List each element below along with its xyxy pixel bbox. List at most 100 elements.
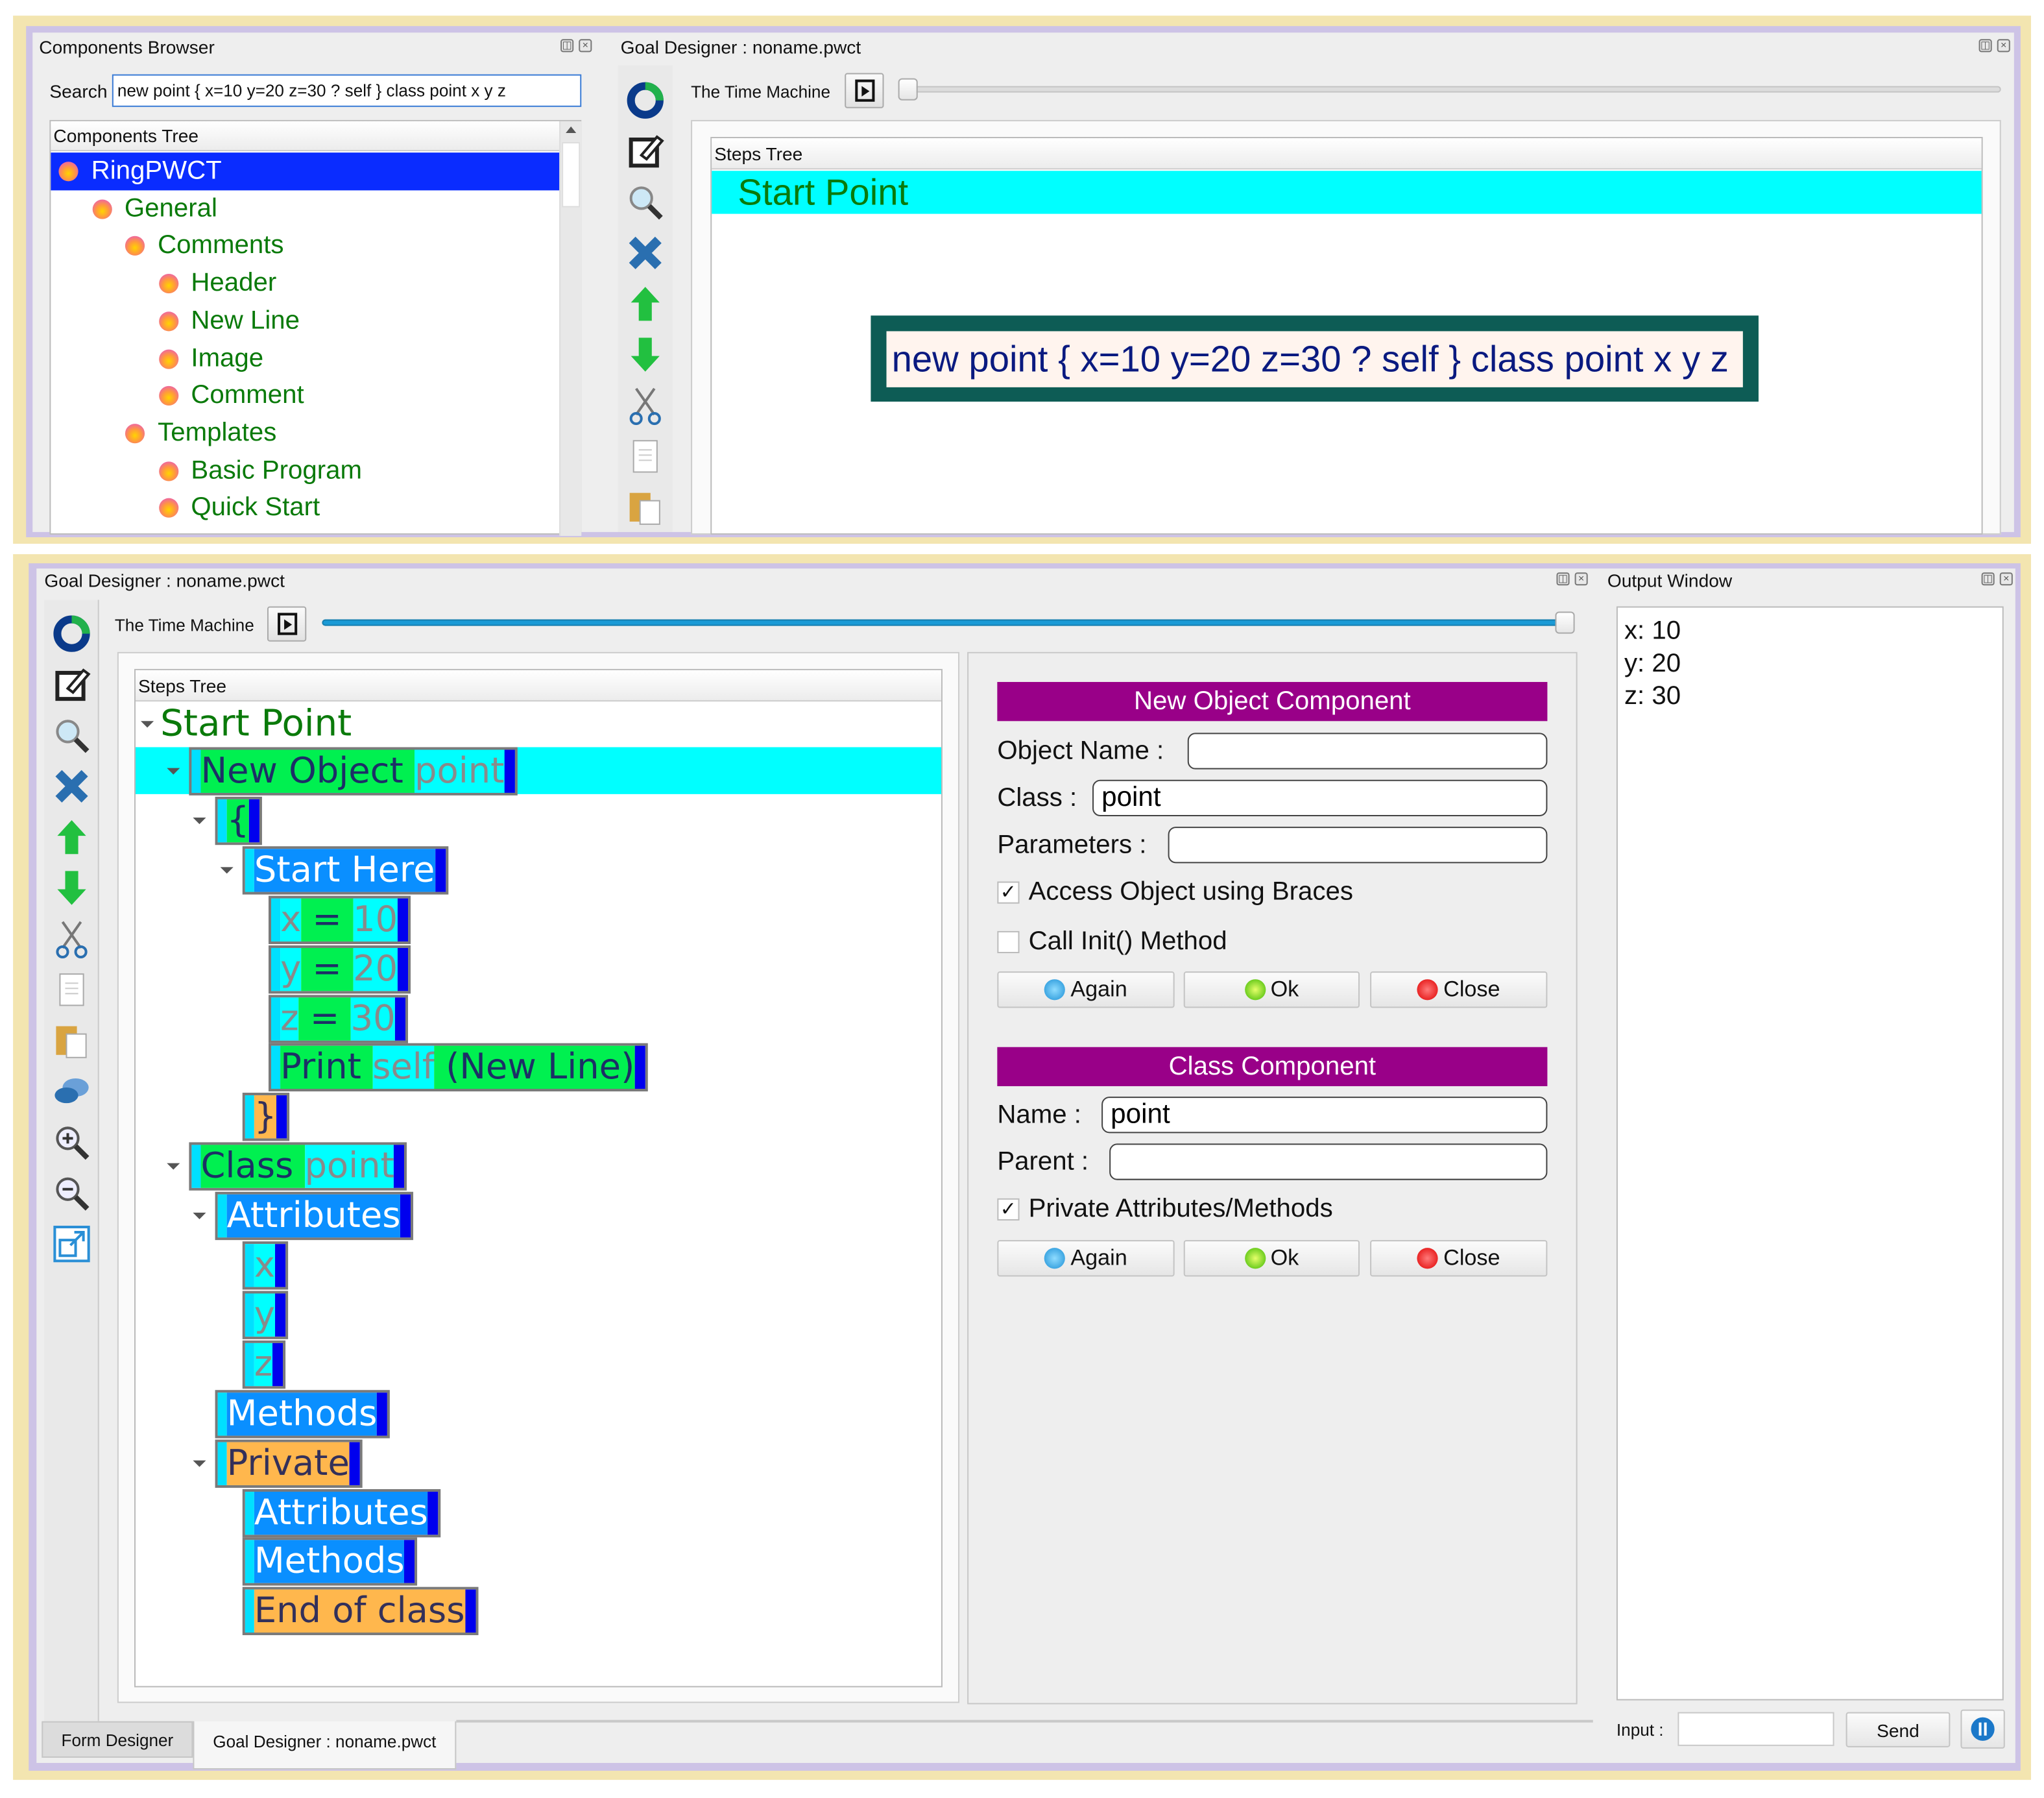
- float-icon[interactable]: ◫: [1978, 39, 1992, 53]
- move-down-icon[interactable]: [626, 335, 665, 374]
- step-node[interactable]: z = 30: [268, 994, 409, 1043]
- step-node[interactable]: Methods: [242, 1538, 418, 1586]
- step-node[interactable]: y = 20: [268, 945, 411, 993]
- step-node[interactable]: Private: [215, 1439, 363, 1488]
- comment-icon[interactable]: [52, 1072, 91, 1111]
- search-icon[interactable]: [52, 716, 91, 755]
- collapse-icon[interactable]: [141, 721, 154, 728]
- again-button[interactable]: Again: [997, 1240, 1175, 1277]
- search-input[interactable]: new point { x=10 y=20 z=30 ? self } clas…: [112, 74, 582, 107]
- scroll-up-icon[interactable]: [566, 126, 577, 133]
- zoom-out-icon[interactable]: [52, 1174, 91, 1213]
- delete-icon[interactable]: [52, 767, 91, 806]
- external-window-icon[interactable]: [52, 1224, 91, 1263]
- step-node[interactable]: Attributes: [242, 1488, 441, 1537]
- delete-icon[interactable]: [626, 234, 665, 273]
- tree-item[interactable]: Header: [51, 265, 559, 302]
- step-node[interactable]: }: [242, 1093, 290, 1141]
- close-icon[interactable]: ×: [1997, 39, 2010, 53]
- time-machine-slider-handle[interactable]: [898, 78, 918, 101]
- step-node[interactable]: Methods: [215, 1389, 391, 1438]
- search-icon[interactable]: [626, 182, 665, 221]
- step-node[interactable]: {: [215, 796, 263, 845]
- float-icon[interactable]: ◫: [1556, 572, 1570, 586]
- scroll-thumb[interactable]: [562, 142, 581, 208]
- step-node[interactable]: Start Here: [242, 845, 448, 895]
- copy-icon[interactable]: [626, 437, 665, 476]
- time-machine-play-button[interactable]: [845, 73, 884, 108]
- time-machine-slider-handle[interactable]: [1555, 611, 1575, 634]
- step-node[interactable]: y: [242, 1291, 289, 1339]
- tree-item[interactable]: Comment: [51, 377, 559, 415]
- scrollbar[interactable]: [559, 121, 582, 536]
- tree-item[interactable]: Templates: [51, 415, 559, 452]
- zoom-in-icon[interactable]: [52, 1123, 91, 1161]
- edit-icon[interactable]: [626, 132, 665, 171]
- step-node[interactable]: x: [242, 1241, 289, 1290]
- tree-item[interactable]: Image: [51, 340, 559, 378]
- collapse-icon[interactable]: [167, 1163, 180, 1170]
- edit-icon[interactable]: [52, 665, 91, 704]
- step-node[interactable]: Attributes: [215, 1191, 414, 1241]
- parameters-input[interactable]: [1168, 827, 1548, 864]
- collapse-icon[interactable]: [167, 768, 180, 775]
- collapse-icon[interactable]: [220, 866, 234, 874]
- tree-item[interactable]: Basic Program: [51, 452, 559, 490]
- close-button[interactable]: Close: [1370, 1240, 1548, 1277]
- node-segment: Methods: [226, 1392, 378, 1435]
- tree-item[interactable]: General: [51, 190, 559, 228]
- ok-button[interactable]: Ok: [1183, 971, 1360, 1008]
- time-machine-slider[interactable]: [899, 86, 2001, 93]
- step-node[interactable]: New Object point: [189, 747, 518, 796]
- cut-icon[interactable]: [52, 919, 91, 959]
- collapse-icon[interactable]: [193, 1459, 206, 1466]
- ok-button[interactable]: Ok: [1183, 1240, 1360, 1277]
- close-icon[interactable]: ×: [1574, 572, 1588, 586]
- tab-goal-designer[interactable]: Goal Designer : noname.pwct: [193, 1721, 457, 1770]
- step-node[interactable]: End of class: [242, 1587, 478, 1636]
- time-machine-slider[interactable]: [322, 619, 1574, 626]
- step-node[interactable]: Class point: [189, 1142, 407, 1191]
- again-button[interactable]: Again: [997, 971, 1175, 1008]
- paste-icon[interactable]: [626, 488, 665, 527]
- tree-item[interactable]: RingPWCT: [51, 152, 560, 191]
- search-result-text[interactable]: new point { x=10 y=20 z=30 ? self } clas…: [886, 331, 1743, 387]
- move-up-icon[interactable]: [52, 818, 91, 856]
- name-input[interactable]: point: [1101, 1097, 1548, 1134]
- cut-icon[interactable]: [626, 386, 665, 426]
- move-up-icon[interactable]: [626, 284, 665, 323]
- output-input[interactable]: [1677, 1712, 1834, 1746]
- parent-input[interactable]: [1109, 1143, 1548, 1180]
- output-text-area[interactable]: x: 10 y: 20 z: 30: [1616, 606, 2004, 1701]
- step-node[interactable]: x = 10: [268, 895, 411, 944]
- close-button[interactable]: Close: [1370, 971, 1548, 1008]
- float-icon[interactable]: ◫: [1981, 572, 1995, 586]
- tree-item[interactable]: New Line: [51, 302, 559, 340]
- move-down-icon[interactable]: [52, 868, 91, 907]
- float-icon[interactable]: ◫: [560, 39, 574, 53]
- object-name-input[interactable]: [1187, 733, 1548, 770]
- collapse-icon[interactable]: [193, 1213, 206, 1220]
- class-input[interactable]: point: [1092, 779, 1548, 817]
- goal-refresh-icon[interactable]: [52, 614, 91, 653]
- node-left-stripe: [217, 1392, 227, 1435]
- paste-icon[interactable]: [52, 1021, 91, 1060]
- tree-item[interactable]: Quick Start: [51, 489, 559, 527]
- pause-button[interactable]: [1960, 1709, 2005, 1749]
- private-checkbox[interactable]: ✓: [997, 1198, 1020, 1221]
- tab-form-designer[interactable]: Form Designer: [42, 1721, 193, 1758]
- collapse-icon[interactable]: [193, 817, 206, 824]
- tree-item[interactable]: Comments: [51, 227, 559, 265]
- step-node[interactable]: z: [242, 1340, 286, 1389]
- step-node[interactable]: Print self (New Line): [268, 1043, 648, 1092]
- send-button[interactable]: Send: [1846, 1712, 1951, 1747]
- call-init-checkbox[interactable]: [997, 930, 1020, 954]
- close-icon[interactable]: ×: [579, 39, 592, 53]
- goal-refresh-icon[interactable]: [626, 81, 665, 120]
- start-point-row[interactable]: Start Point: [712, 171, 1982, 214]
- start-point-node[interactable]: Start Point: [160, 701, 352, 744]
- close-icon[interactable]: ×: [1999, 572, 2013, 586]
- copy-icon[interactable]: [52, 970, 91, 1009]
- access-braces-checkbox[interactable]: ✓: [997, 881, 1020, 904]
- time-machine-play-button[interactable]: [267, 606, 307, 642]
